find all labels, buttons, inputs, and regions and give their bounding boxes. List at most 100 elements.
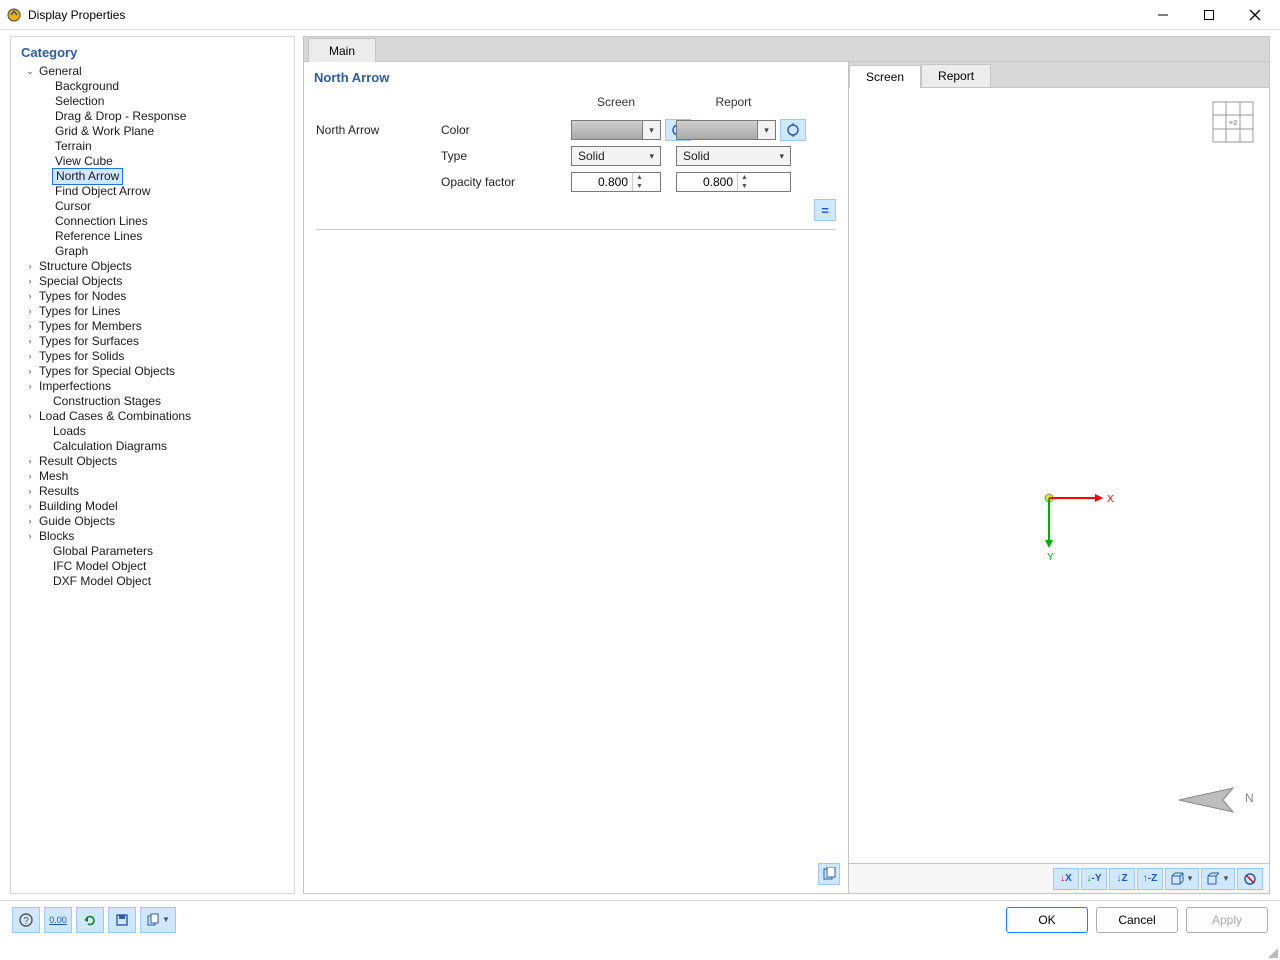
spin-up-icon[interactable]: ▲ bbox=[738, 173, 751, 182]
chevron-right-icon: › bbox=[23, 529, 37, 544]
tree-item[interactable]: Terrain bbox=[17, 139, 288, 154]
tree-item-label: Grid & Work Plane bbox=[53, 124, 154, 139]
tab-main[interactable]: Main bbox=[308, 38, 376, 62]
opacity-report-spinner[interactable]: ▲▼ bbox=[676, 172, 791, 192]
tree-item[interactable]: Find Object Arrow bbox=[17, 184, 288, 199]
spin-down-icon[interactable]: ▼ bbox=[633, 182, 646, 191]
tree-item[interactable]: Background bbox=[17, 79, 288, 94]
save-button[interactable] bbox=[108, 907, 136, 933]
tree-item[interactable]: North Arrow bbox=[17, 169, 288, 184]
preview-tab-report[interactable]: Report bbox=[921, 64, 991, 87]
color-report[interactable]: ▾ bbox=[676, 120, 776, 140]
view-nz-button[interactable]: ↑-Z bbox=[1137, 868, 1163, 890]
col-screen: Screen bbox=[571, 95, 661, 117]
tree-item-label: Background bbox=[53, 79, 119, 94]
units-button[interactable]: 0.00 bbox=[44, 907, 72, 933]
apply-button[interactable]: Apply bbox=[1186, 907, 1268, 933]
window-title: Display Properties bbox=[28, 8, 1140, 22]
copy-menu-button[interactable]: ▼ bbox=[140, 907, 176, 933]
tree-item[interactable]: ›Imperfections bbox=[17, 379, 288, 394]
copy-settings-button[interactable] bbox=[818, 863, 840, 885]
type-report-combo[interactable]: Solid▾ bbox=[676, 146, 791, 166]
tree-item[interactable]: ⌄General bbox=[17, 64, 288, 79]
spin-down-icon[interactable]: ▼ bbox=[738, 182, 751, 191]
resize-grip[interactable] bbox=[1266, 946, 1278, 958]
tree-item[interactable]: Loads bbox=[17, 424, 288, 439]
ok-button[interactable]: OK bbox=[1006, 907, 1088, 933]
minimize-button[interactable] bbox=[1140, 0, 1186, 30]
tree-item[interactable]: DXF Model Object bbox=[17, 574, 288, 589]
tree-item[interactable]: ›Special Objects bbox=[17, 274, 288, 289]
tree-item[interactable]: Reference Lines bbox=[17, 229, 288, 244]
opacity-screen-spinner[interactable]: ▲▼ bbox=[571, 172, 661, 192]
viewport[interactable]: +z X Y bbox=[849, 88, 1269, 863]
equal-toggle-button[interactable]: = bbox=[814, 199, 836, 221]
view-z-button[interactable]: ↓Z bbox=[1109, 868, 1135, 890]
tree-item[interactable]: Selection bbox=[17, 94, 288, 109]
tree-item-label: Find Object Arrow bbox=[53, 184, 150, 199]
tree-item[interactable]: Cursor bbox=[17, 199, 288, 214]
tree-item-label: Result Objects bbox=[37, 454, 117, 469]
tree-item-label: Blocks bbox=[37, 529, 74, 544]
map-color-report-button[interactable] bbox=[780, 119, 806, 141]
chevron-right-icon: › bbox=[23, 274, 37, 289]
section-title: North Arrow bbox=[314, 70, 836, 85]
opacity-screen-input[interactable] bbox=[572, 175, 632, 189]
tree-item[interactable]: ›Structure Objects bbox=[17, 259, 288, 274]
preview-tab-screen[interactable]: Screen bbox=[849, 65, 921, 88]
tree-item[interactable]: ›Types for Lines bbox=[17, 304, 288, 319]
preview-toolbar: ↓X ↓-Y ↓Z ↑-Z ▼ ▼ bbox=[849, 863, 1269, 893]
tree-item[interactable]: ›Types for Members bbox=[17, 319, 288, 334]
tree-item-label: Types for Nodes bbox=[37, 289, 126, 304]
tree-item[interactable]: ›Results bbox=[17, 484, 288, 499]
reset-defaults-button[interactable] bbox=[76, 907, 104, 933]
color-screen[interactable]: ▾ bbox=[571, 120, 661, 140]
iso-1-button[interactable]: ▼ bbox=[1165, 868, 1199, 890]
tree-item[interactable]: ›Types for Special Objects bbox=[17, 364, 288, 379]
chevron-right-icon: › bbox=[23, 349, 37, 364]
help-button[interactable]: ? bbox=[12, 907, 40, 933]
chevron-right-icon: › bbox=[23, 259, 37, 274]
tree-item[interactable]: Construction Stages bbox=[17, 394, 288, 409]
tree-item[interactable]: ›Result Objects bbox=[17, 454, 288, 469]
iso-2-button[interactable]: ▼ bbox=[1201, 868, 1235, 890]
cancel-button[interactable]: Cancel bbox=[1096, 907, 1178, 933]
chevron-right-icon: › bbox=[23, 499, 37, 514]
tree-item[interactable]: ›Guide Objects bbox=[17, 514, 288, 529]
maximize-button[interactable] bbox=[1186, 0, 1232, 30]
tree-item[interactable]: ›Building Model bbox=[17, 499, 288, 514]
tree-item[interactable]: Graph bbox=[17, 244, 288, 259]
tree-item-label: Types for Special Objects bbox=[37, 364, 175, 379]
tree-item[interactable]: ›Load Cases & Combinations bbox=[17, 409, 288, 424]
row-type: Type bbox=[441, 149, 571, 163]
tree-item[interactable]: Grid & Work Plane bbox=[17, 124, 288, 139]
view-y-button[interactable]: ↓-Y bbox=[1081, 868, 1107, 890]
view-cube-icon[interactable]: +z bbox=[1211, 100, 1255, 147]
tree-item[interactable]: View Cube bbox=[17, 154, 288, 169]
tree-item-label: View Cube bbox=[53, 154, 113, 169]
tree-item[interactable]: ›Types for Surfaces bbox=[17, 334, 288, 349]
tree-item-label: Reference Lines bbox=[53, 229, 142, 244]
north-arrow-icon: N bbox=[1175, 780, 1255, 823]
tree-item[interactable]: Connection Lines bbox=[17, 214, 288, 229]
spin-up-icon[interactable]: ▲ bbox=[633, 173, 646, 182]
tree-item[interactable]: ›Types for Nodes bbox=[17, 289, 288, 304]
reset-view-button[interactable] bbox=[1237, 868, 1263, 890]
tree-item[interactable]: ›Types for Solids bbox=[17, 349, 288, 364]
tree-item-label: Mesh bbox=[37, 469, 68, 484]
tree-item[interactable]: Global Parameters bbox=[17, 544, 288, 559]
opacity-report-input[interactable] bbox=[677, 175, 737, 189]
tree-item-label: Terrain bbox=[53, 139, 92, 154]
tree-item[interactable]: ›Mesh bbox=[17, 469, 288, 484]
tree-item-label: Connection Lines bbox=[53, 214, 148, 229]
svg-text:?: ? bbox=[23, 916, 29, 927]
close-button[interactable] bbox=[1232, 0, 1278, 30]
type-screen-combo[interactable]: Solid▾ bbox=[571, 146, 661, 166]
tree-item-label: North Arrow bbox=[53, 169, 122, 184]
tree-item[interactable]: IFC Model Object bbox=[17, 559, 288, 574]
view-x-button[interactable]: ↓X bbox=[1053, 868, 1079, 890]
app-icon bbox=[6, 7, 22, 23]
tree-item[interactable]: Drag & Drop - Response bbox=[17, 109, 288, 124]
tree-item[interactable]: Calculation Diagrams bbox=[17, 439, 288, 454]
tree-item[interactable]: ›Blocks bbox=[17, 529, 288, 544]
